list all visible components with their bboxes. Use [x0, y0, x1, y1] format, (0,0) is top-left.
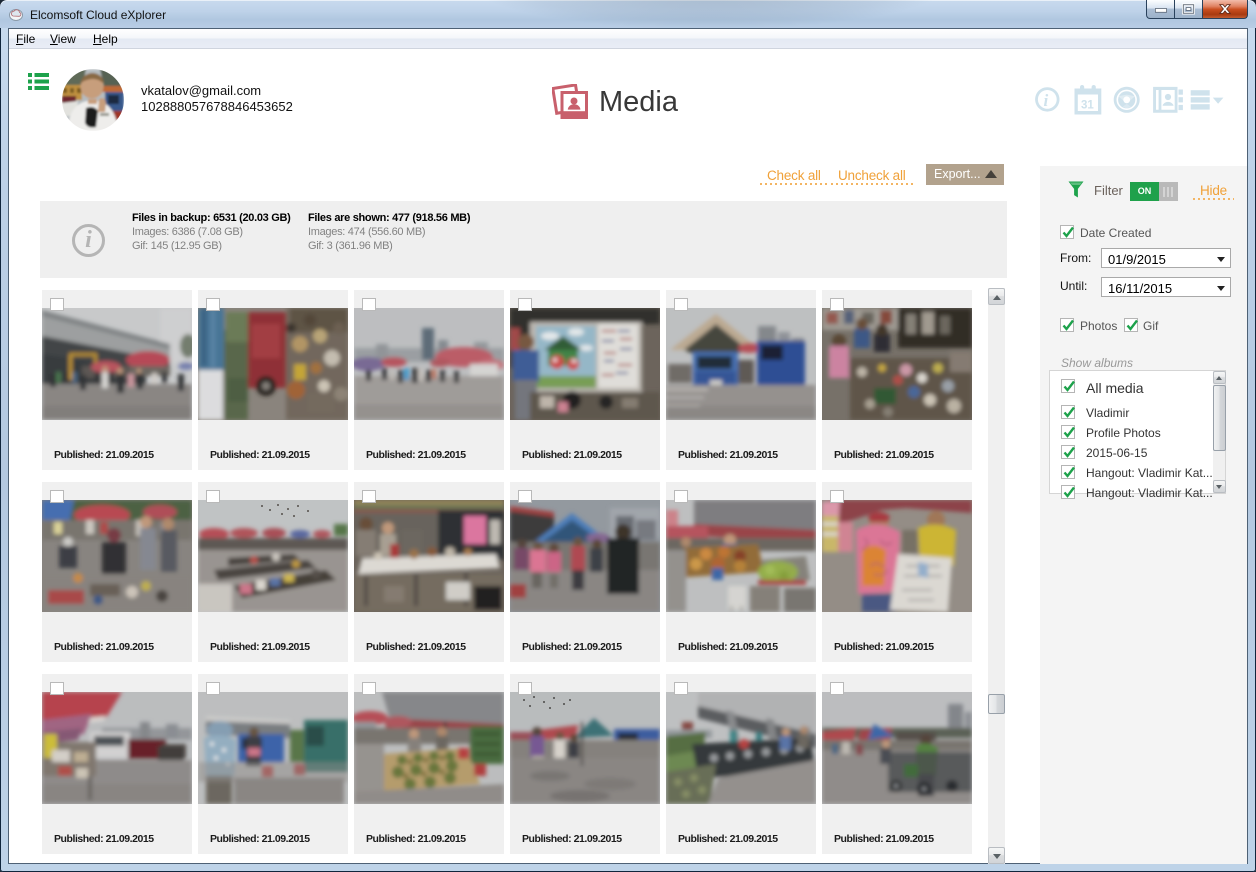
- svg-text:31: 31: [1081, 100, 1094, 112]
- svg-text:i: i: [1044, 91, 1049, 110]
